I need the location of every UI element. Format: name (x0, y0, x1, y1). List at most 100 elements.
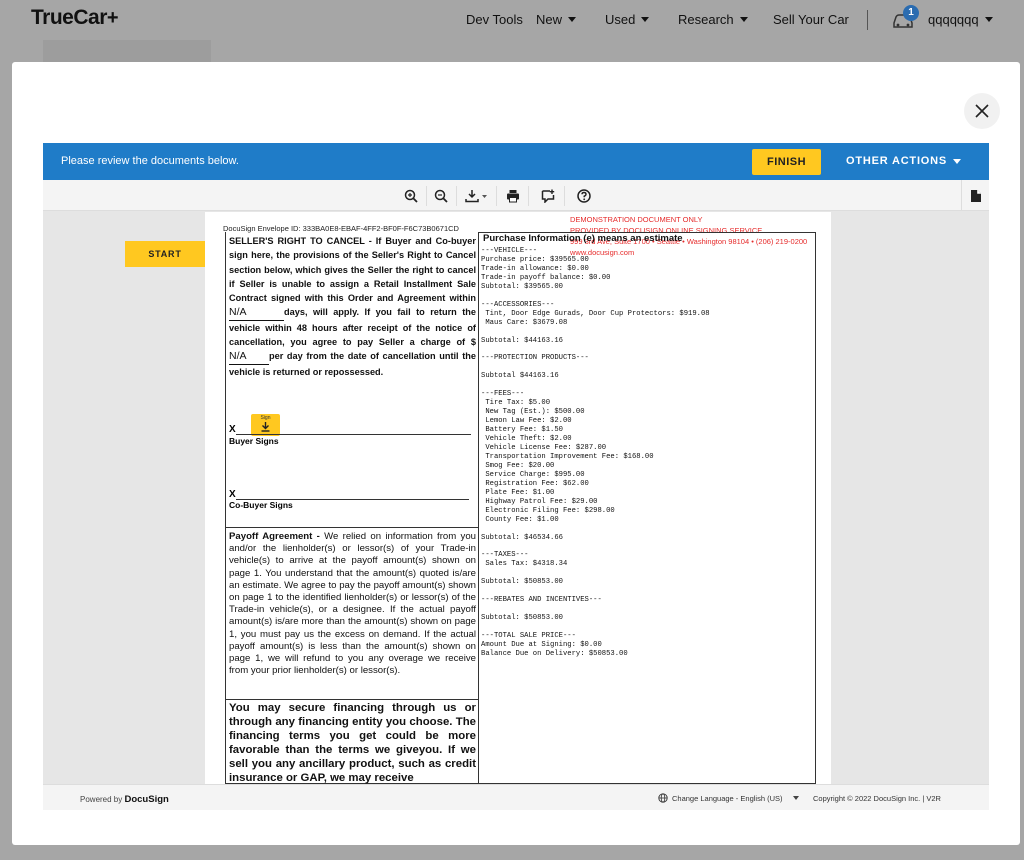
purchase-line: ---REBATES AND INCENTIVES--- (481, 596, 602, 605)
purchase-line: Balance Due on Delivery: $50853.00 (481, 649, 628, 658)
zoom-out-icon (434, 189, 448, 203)
purchase-line: Trade-in allowance: $0.00 (481, 264, 589, 273)
chevron-down-icon (739, 17, 748, 22)
purchase-line: ---FEES--- (481, 390, 525, 399)
purchase-line: Subtotal: $44163.16 (481, 336, 563, 345)
charge-field: N/A (229, 349, 269, 365)
download-icon (465, 190, 487, 203)
docusign-footer: Powered by DocuSign Change Language - En… (43, 784, 989, 810)
purchase-line: Battery Fee: $1.50 (481, 426, 563, 435)
comment-add-icon (541, 189, 555, 203)
purchase-line (481, 542, 710, 551)
financing-clause: You may secure financing through us or t… (229, 702, 476, 784)
nav-new[interactable]: New (536, 12, 577, 27)
download-button[interactable] (463, 186, 491, 206)
purchase-line (481, 587, 710, 596)
purchase-line: Subtotal: $50853.00 (481, 614, 563, 623)
close-icon (975, 104, 989, 118)
cancel-clause: SELLER'S RIGHT TO CANCEL - If Buyer and … (229, 236, 476, 377)
cart-count-badge: 1 (903, 5, 919, 21)
purchase-line: Tire Tax: $5.00 (481, 399, 551, 408)
nav-research[interactable]: Research (678, 12, 748, 27)
user-menu[interactable]: qqqqqqq (928, 12, 993, 27)
buyer-signs-label: Buyer Signs (229, 436, 279, 446)
document-list-button[interactable] (961, 180, 989, 211)
document-toolbar (43, 180, 989, 211)
cobuyer-sign-x: X (229, 489, 236, 500)
purchase-line: Subtotal: $50853.00 (481, 578, 563, 587)
nav-sell-your-car[interactable]: Sell Your Car (773, 12, 849, 27)
purchase-information-title: Purchase Information (e) means an estima… (483, 233, 683, 244)
comments-button[interactable] (538, 186, 558, 206)
purchase-line: Trade-in payoff balance: $0.00 (481, 273, 611, 282)
finish-button[interactable]: FINISH (752, 149, 821, 175)
document-icon (970, 189, 981, 202)
purchase-line: Electronic Filing Fee: $298.00 (481, 506, 615, 515)
purchase-line: ---VEHICLE--- (481, 247, 538, 255)
purchase-line: Subtotal: $46534.66 (481, 533, 563, 542)
document-viewer[interactable]: START DocuSign Envelope ID: 333BA0E8-EBA… (43, 211, 989, 784)
purchase-line (481, 623, 710, 632)
print-button[interactable] (503, 186, 523, 206)
help-icon (577, 189, 591, 203)
background-panel (43, 40, 211, 64)
purchase-line: Plate Fee: $1.00 (481, 488, 555, 497)
toolbar-divider (496, 186, 497, 206)
purchase-information: Purchase Information (e) means an estima… (479, 232, 816, 784)
zoom-in-button[interactable] (401, 186, 421, 206)
zoom-in-icon (404, 189, 418, 203)
toolbar-divider (528, 186, 529, 206)
nav-used[interactable]: Used (605, 12, 650, 27)
purchase-line-items: ---VEHICLE--- Purchase price: $39565.00 Tr… (481, 247, 710, 659)
top-nav: TrueCar+ Dev Tools New Used Research Sel… (0, 0, 1024, 40)
zoom-out-button[interactable] (431, 186, 451, 206)
buyer-signature-line (236, 434, 471, 435)
payoff-clause: Payoff Agreement - We relied on informat… (229, 531, 476, 677)
toolbar-divider (564, 186, 565, 206)
chevron-down-icon (792, 796, 799, 800)
review-message: Please review the documents below. (61, 155, 239, 167)
purchase-line: Purchase price: $39565.00 (481, 255, 589, 264)
purchase-line: ---ACCESSORIES--- (481, 300, 555, 309)
toolbar-divider (456, 186, 457, 206)
close-button[interactable] (964, 93, 1000, 129)
change-language-dropdown[interactable]: Change Language - English (US) (658, 793, 799, 803)
purchase-line: ---PROTECTION PRODUCTS--- (481, 354, 589, 363)
docusign-logo: DocuSign (124, 794, 169, 805)
nav-dev-tools[interactable]: Dev Tools (466, 12, 523, 27)
purchase-line: ---TAXES--- (481, 551, 529, 560)
purchase-line: Tint, Door Edge Gurads, Door Cup Protect… (481, 309, 710, 318)
toolbar-divider (426, 186, 427, 206)
purchase-line: Amount Due at Signing: $0.00 (481, 640, 602, 649)
purchase-line: Maus Care: $3679.08 (481, 318, 568, 327)
purchase-line: Subtotal: $39565.00 (481, 282, 563, 291)
truecar-logo[interactable]: TrueCar+ (31, 6, 119, 30)
purchase-line: Lemon Law Fee: $2.00 (481, 417, 572, 426)
chevron-down-icon (568, 17, 577, 22)
purchase-line (481, 525, 710, 534)
financing-clause-box: You may secure financing through us or t… (226, 700, 479, 784)
purchase-line: Vehicle Theft: $2.00 (481, 435, 572, 444)
powered-by: Powered by DocuSign (80, 794, 169, 805)
purchase-line: Vehicle License Fee: $287.00 (481, 443, 607, 452)
print-icon (507, 190, 519, 203)
sign-here-tag[interactable]: Sign (251, 414, 280, 436)
sellers-right-to-cancel: SELLER'S RIGHT TO CANCEL - If Buyer and … (226, 232, 479, 528)
copyright: Copyright © 2022 DocuSign Inc. | V2R (813, 794, 941, 803)
purchase-line (481, 363, 710, 372)
chevron-down-icon (641, 17, 650, 22)
cobuyer-signs-label: Co-Buyer Signs (229, 500, 293, 510)
chevron-down-icon (984, 17, 993, 22)
help-button[interactable] (574, 186, 594, 206)
purchase-line: Smog Fee: $20.00 (481, 461, 555, 470)
start-button[interactable]: START (125, 241, 205, 267)
chevron-down-icon (953, 158, 962, 164)
purchase-line: New Tag (Est.): $500.00 (481, 408, 585, 417)
purchase-line: Registration Fee: $62.00 (481, 479, 589, 488)
purchase-line: ---TOTAL SALE PRICE--- (481, 631, 576, 640)
review-banner: Please review the documents below. FINIS… (43, 143, 989, 180)
other-actions-button[interactable]: OTHER ACTIONS (846, 155, 962, 167)
purchase-line: Sales Tax: $4318.34 (481, 560, 568, 569)
purchase-line (481, 569, 710, 578)
days-field: N/A (229, 305, 284, 321)
